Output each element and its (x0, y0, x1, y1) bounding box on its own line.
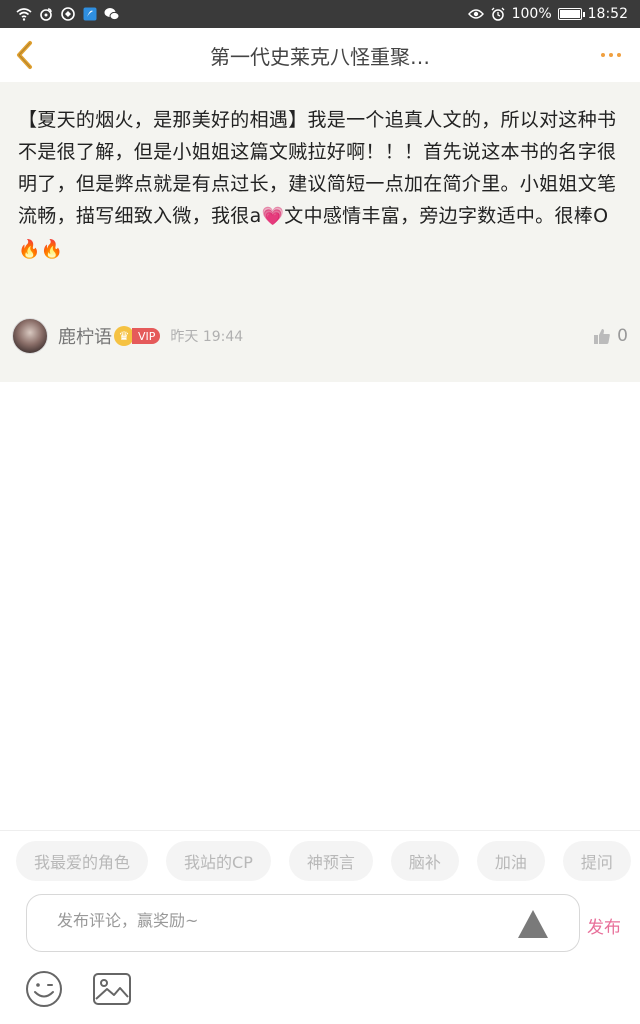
header: 第一代史莱克八怪重聚… (0, 28, 640, 82)
like-count: 0 (617, 326, 628, 346)
browser-icon (82, 6, 98, 22)
comment-input[interactable] (57, 905, 497, 935)
fire-emoji: 🔥🔥 (18, 239, 64, 260)
vip-badge: VIP (132, 328, 161, 344)
battery-fill (559, 10, 580, 18)
more-dot-icon (617, 53, 621, 57)
comment-time: 昨天 19:44 (170, 329, 244, 345)
more-dot-icon (609, 53, 613, 57)
quick-tag-chip[interactable]: 我最爱的角色 (16, 841, 149, 881)
page-title: 第一代史莱克八怪重聚… (210, 44, 430, 69)
quick-tag-chip[interactable]: 加油 (476, 841, 545, 881)
avatar[interactable] (12, 318, 48, 354)
battery-icon (557, 8, 585, 20)
send-arrow-icon[interactable] (517, 909, 549, 939)
status-left (16, 6, 120, 22)
smiley-icon (26, 971, 62, 1007)
eye-icon (467, 6, 484, 22)
alarm-icon (490, 6, 506, 22)
comment-card: 【夏天的烟火，是那美好的相遇】我是一个追真人文的，所以对这种书不是很了解，但是小… (0, 82, 640, 382)
chevron-left-icon (17, 41, 32, 69)
wechat-icon (104, 6, 120, 22)
quick-tag-chip[interactable]: 我站的CP (166, 841, 271, 881)
more-button[interactable] (596, 40, 626, 70)
wifi-icon (16, 6, 32, 22)
quick-tag-list: 我最爱的角色 我站的CP 神预言 脑补 加油 提问 (16, 841, 631, 881)
comment-input-box (26, 894, 580, 952)
more-dot-icon (601, 53, 605, 57)
author-name[interactable]: 鹿柠语 (58, 323, 112, 349)
quick-tag-chip[interactable]: 提问 (562, 841, 631, 881)
image-button[interactable] (92, 969, 132, 1009)
status-right: 100% 18:52 (467, 6, 628, 22)
image-icon (93, 973, 131, 1005)
thumbs-up-icon (594, 329, 611, 344)
weibo-icon (38, 6, 54, 22)
heart-emoji: 💗 (261, 206, 285, 227)
comment-meta: 鹿柠语 ♛ VIP 昨天 19:44 0 (12, 316, 628, 356)
quick-tag-chip[interactable]: 脑补 (390, 841, 459, 881)
battery-percent: 100% (511, 6, 552, 22)
like-button[interactable]: 0 (593, 326, 628, 346)
comment-text: 【夏天的烟火，是那美好的相遇】我是一个追真人文的，所以对这种书不是很了解，但是小… (18, 104, 622, 266)
quick-tag-chip[interactable]: 神预言 (288, 841, 373, 881)
emoji-button[interactable] (24, 969, 64, 1009)
status-bar: 100% 18:52 (0, 0, 640, 28)
bottom-bar: 我最爱的角色 我站的CP 神预言 脑补 加油 提问 发布 (0, 830, 640, 1024)
clock: 18:52 (587, 6, 628, 22)
comment-text-part: 文中感情丰富，旁边字数适中。很棒O (284, 205, 609, 227)
crown-icon: ♛ (114, 326, 134, 346)
back-button[interactable] (10, 37, 46, 73)
publish-button[interactable]: 发布 (587, 913, 621, 938)
app-notification-icon (60, 6, 76, 22)
